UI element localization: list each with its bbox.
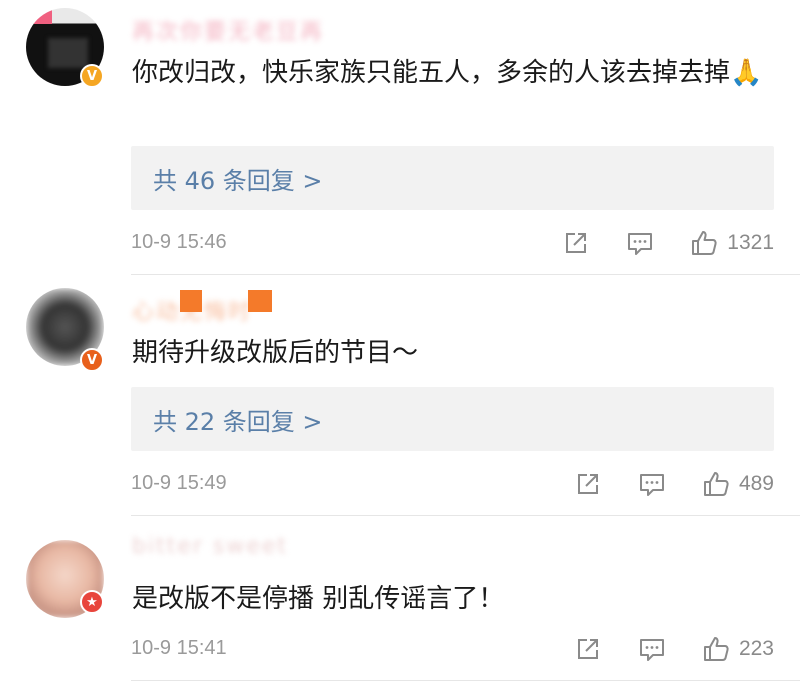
divider bbox=[131, 515, 800, 516]
divider bbox=[131, 680, 800, 681]
like-count: 223 bbox=[738, 637, 774, 660]
like-count: 489 bbox=[738, 472, 774, 495]
like-count: 1321 bbox=[727, 231, 774, 254]
username-decoration bbox=[248, 290, 272, 312]
comment-icon[interactable] bbox=[625, 228, 655, 258]
share-icon[interactable] bbox=[573, 634, 603, 664]
comment-meta: 10-9 15:41 223 bbox=[131, 633, 774, 665]
verified-v-icon: V bbox=[80, 64, 104, 88]
comment-actions: 223 bbox=[573, 633, 774, 665]
username-decoration bbox=[180, 290, 202, 312]
timestamp: 10-9 15:49 bbox=[131, 472, 227, 494]
comment-meta: 10-9 15:46 1321 bbox=[131, 227, 774, 259]
thumbs-up-icon bbox=[692, 231, 717, 255]
view-replies-button[interactable]: 共 46 条回复 > bbox=[131, 146, 774, 210]
username[interactable]: bitter sweet bbox=[132, 534, 372, 562]
comment-text: 期待升级改版后的节目～ bbox=[132, 338, 419, 368]
comment-text: 你改归改，快乐家族只能五人，多余的人该去掉去掉🙏 bbox=[132, 58, 763, 88]
share-icon[interactable] bbox=[573, 469, 603, 499]
username[interactable]: 再次你要无老豆再 bbox=[132, 14, 372, 45]
comment-meta: 10-9 15:49 489 bbox=[131, 468, 774, 500]
verified-v-icon: V bbox=[80, 348, 104, 372]
share-icon[interactable] bbox=[561, 228, 591, 258]
timestamp: 10-9 15:41 bbox=[131, 637, 227, 659]
like-button[interactable]: 223 bbox=[701, 634, 774, 664]
thumbs-up-icon bbox=[703, 472, 729, 496]
timestamp: 10-9 15:46 bbox=[131, 231, 227, 253]
comment-actions: 1321 bbox=[561, 227, 774, 259]
view-replies-button[interactable]: 共 22 条回复 > bbox=[131, 387, 774, 451]
comment-actions: 489 bbox=[573, 468, 774, 500]
thumbs-up-icon bbox=[703, 637, 729, 661]
comment-icon[interactable] bbox=[637, 469, 667, 499]
star-badge-icon: ★ bbox=[80, 590, 104, 614]
comment-text: 是改版不是停播 别乱传谣言了！ bbox=[132, 584, 505, 614]
divider bbox=[131, 274, 800, 275]
comment-icon[interactable] bbox=[637, 634, 667, 664]
like-button[interactable]: 489 bbox=[701, 469, 774, 499]
like-button[interactable]: 1321 bbox=[689, 228, 774, 258]
